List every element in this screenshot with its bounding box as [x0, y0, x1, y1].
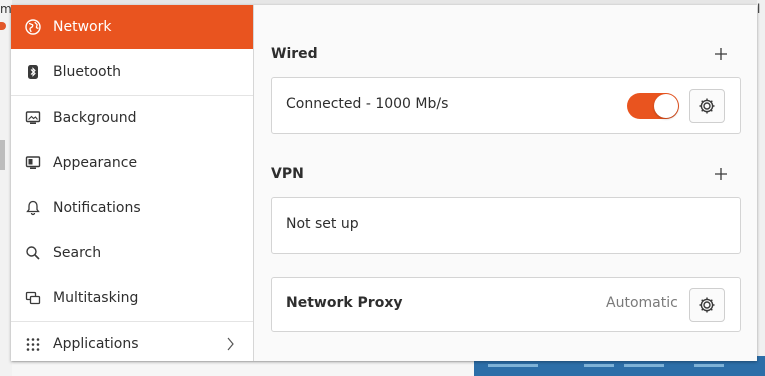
background-scrollbar: [0, 140, 5, 170]
wired-connection-label: Connected - 1000 Mb/s: [286, 96, 449, 112]
sidebar-item-label: Bluetooth: [53, 64, 121, 80]
sidebar-item-appearance[interactable]: Appearance: [11, 141, 253, 185]
gear-icon: [699, 98, 715, 114]
sidebar-item-multitasking[interactable]: Multitasking: [11, 276, 253, 320]
sidebar-item-label: Notifications: [53, 200, 141, 216]
vpn-row: Not set up: [271, 197, 741, 254]
sidebar-item-notifications[interactable]: Notifications: [11, 186, 253, 230]
search-icon: [25, 245, 41, 261]
toggle-knob: [654, 94, 678, 118]
settings-sidebar: Network Bluetooth Background Appearance …: [11, 5, 254, 361]
sidebar-item-label: Applications: [53, 336, 139, 352]
wired-section-title: Wired: [271, 46, 318, 62]
sidebar-item-label: Appearance: [53, 155, 138, 171]
network-proxy-settings-button[interactable]: [689, 288, 725, 322]
sidebar-item-label: Multitasking: [53, 290, 139, 306]
background-text-left: m: [0, 2, 12, 16]
bluetooth-icon: [25, 64, 41, 80]
settings-window: Network Bluetooth Background Appearance …: [11, 5, 757, 361]
apps-grid-icon: [25, 336, 41, 352]
network-proxy-status: Automatic: [606, 295, 678, 311]
network-globe-icon: [25, 19, 41, 35]
plus-icon: [715, 48, 727, 60]
network-proxy-label: Network Proxy: [286, 295, 403, 311]
sidebar-item-bluetooth[interactable]: Bluetooth: [11, 50, 253, 94]
sidebar-item-applications[interactable]: Applications: [11, 322, 253, 361]
vpn-empty-label: Not set up: [286, 216, 359, 232]
sidebar-item-label: Background: [53, 110, 137, 126]
gear-icon: [699, 297, 715, 313]
wired-connection-row: Connected - 1000 Mb/s: [271, 77, 741, 134]
sidebar-item-label: Search: [53, 245, 102, 261]
plus-icon: [715, 168, 727, 180]
appearance-icon: [25, 155, 41, 171]
wired-settings-button[interactable]: [689, 89, 725, 123]
background-monitor-icon: [25, 110, 41, 126]
network-panel: Wired Connected - 1000 Mb/s VPN Not set …: [254, 5, 757, 361]
sidebar-item-network[interactable]: Network: [11, 5, 253, 49]
chevron-right-icon: [225, 336, 235, 356]
background-text-right: l: [757, 2, 761, 16]
sidebar-item-search[interactable]: Search: [11, 231, 253, 275]
vpn-section-title: VPN: [271, 166, 304, 182]
wired-toggle-switch[interactable]: [627, 93, 679, 119]
multitasking-icon: [25, 290, 41, 306]
add-vpn-button[interactable]: [713, 166, 729, 182]
sidebar-item-background[interactable]: Background: [11, 96, 253, 140]
network-proxy-row[interactable]: Network Proxy Automatic: [271, 277, 741, 332]
background-window-right: l: [757, 0, 765, 376]
bell-icon: [25, 200, 41, 216]
background-accent-mark: [0, 22, 6, 30]
background-window-bottom: [12, 362, 474, 376]
sidebar-item-label: Network: [53, 19, 112, 35]
add-wired-button[interactable]: [713, 46, 729, 62]
